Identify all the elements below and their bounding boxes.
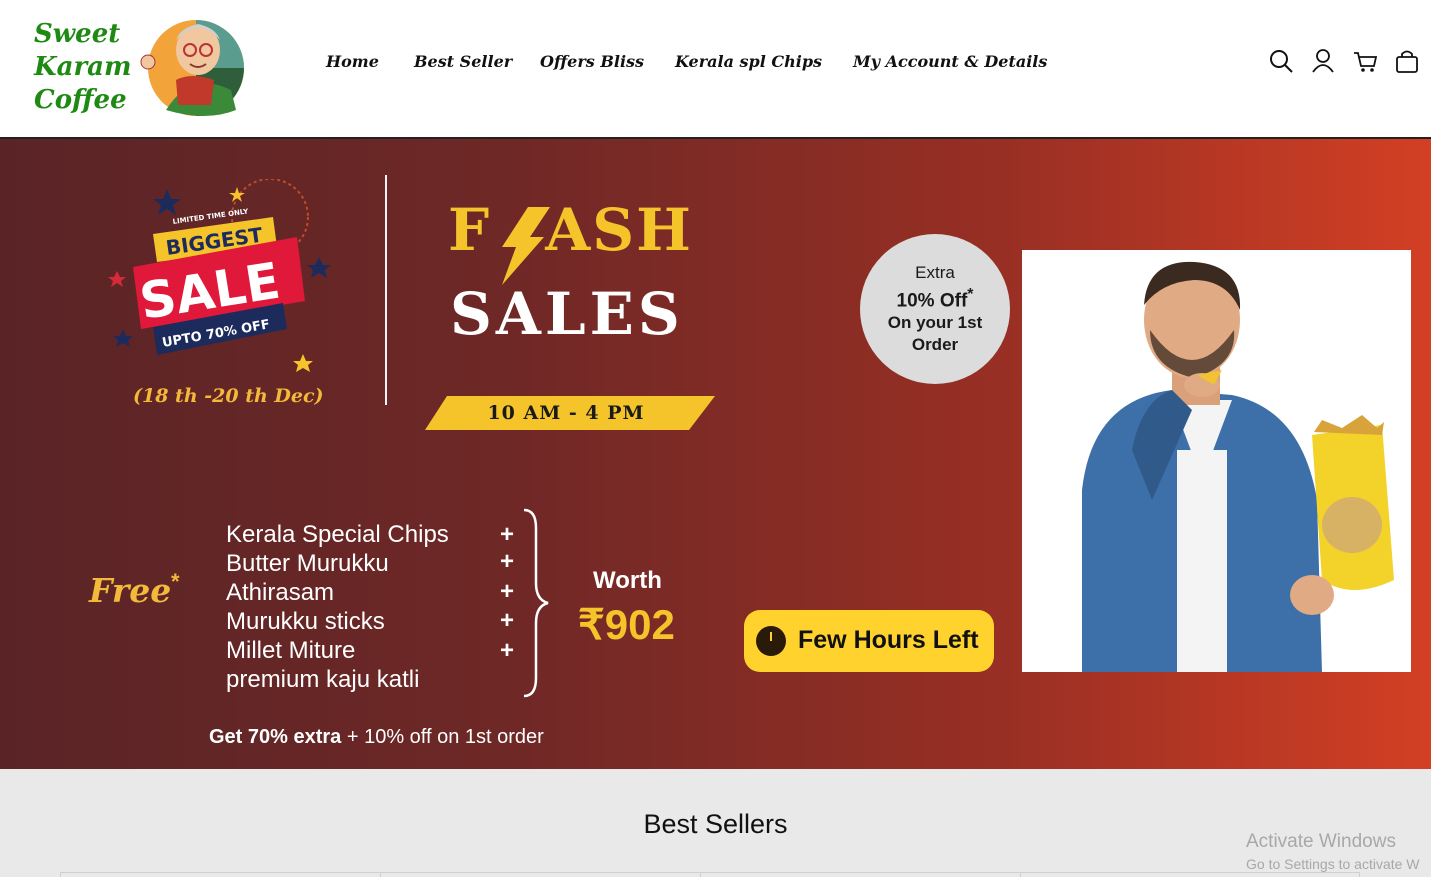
lightning-bolt-icon: [502, 207, 550, 285]
brand-line-1: Sweet: [34, 19, 121, 49]
product-card[interactable]: [1020, 872, 1360, 877]
sale-dates: (18 th -20 th Dec): [133, 385, 324, 407]
few-hours-left-button[interactable]: Few Hours Left: [744, 610, 994, 672]
flash-letters-ash: ASH: [545, 196, 693, 264]
activate-windows-hint: Go to Settings to activate W: [1246, 856, 1420, 872]
site-header: Sweet Karam Coffee Home Best Seller Offe…: [0, 0, 1431, 139]
worth-price: ₹902: [578, 601, 675, 648]
flash-heading: F ASH: [448, 201, 693, 259]
worth-label: Worth: [593, 567, 662, 594]
extra-order: Order: [911, 335, 959, 355]
free-label: Free: [89, 571, 172, 610]
flash-letter-f: F: [448, 196, 492, 264]
sale-time-range: 10 AM - 4 PM: [487, 402, 645, 424]
nav-my-account[interactable]: My Account & Details: [853, 52, 1047, 71]
free-item: Athirasam: [226, 579, 335, 606]
brand-line-3: Coffee: [34, 85, 127, 115]
search-icon[interactable]: [1268, 48, 1294, 74]
plus-icon: +: [500, 521, 515, 548]
bag-icon[interactable]: [1394, 48, 1420, 74]
nav-best-seller[interactable]: Best Seller: [414, 52, 512, 71]
product-card[interactable]: [380, 872, 700, 877]
star-decoration-icon: [153, 189, 181, 215]
vertical-divider: [385, 175, 387, 405]
sales-heading: SALES: [450, 280, 684, 348]
nav-home[interactable]: Home: [326, 52, 379, 71]
offer-line: Get 70% extra + 10% off on 1st order: [209, 726, 544, 749]
free-item: premium kaju katli: [226, 666, 420, 693]
activate-windows-watermark: Activate Windows: [1246, 831, 1396, 852]
free-item: Murukku sticks: [226, 608, 385, 635]
best-sellers-section: Best Sellers Activate Windows Go to Sett…: [0, 769, 1431, 877]
extra-percent: 10% Off*: [896, 286, 974, 312]
extra-asterisk: *: [967, 286, 974, 303]
flash-sale-banner[interactable]: LIMITED TIME ONLY BIGGEST SALE UPTO 70% …: [0, 139, 1431, 769]
offer-rest: + 10% off on 1st order: [341, 726, 544, 748]
plus-icon: +: [500, 578, 515, 605]
product-card[interactable]: [60, 872, 380, 877]
plus-icon: +: [500, 548, 515, 575]
free-asterisk: *: [171, 569, 180, 594]
user-icon[interactable]: [1310, 48, 1336, 74]
extra-label: Extra: [915, 263, 955, 282]
brand-line-2: Karam: [34, 52, 132, 82]
man-eating-chips-photo: [1022, 250, 1411, 672]
grandma-mascot-logo[interactable]: [136, 10, 246, 122]
biggest-sale-badge: LIMITED TIME ONLY BIGGEST SALE UPTO 70% …: [108, 179, 331, 372]
brand-logo-text[interactable]: Sweet Karam Coffee: [34, 18, 132, 117]
nav-offers-bliss[interactable]: Offers Bliss: [540, 52, 644, 71]
free-item: Butter Murukku: [226, 550, 389, 577]
plus-icon: +: [500, 637, 515, 664]
clock-icon: [756, 626, 786, 656]
extra-off-circle: Extra 10% Off* On your 1st Order: [860, 234, 1010, 384]
extra-first-order: On your 1st: [887, 313, 983, 333]
product-card[interactable]: [700, 872, 1020, 877]
few-hours-left-label: Few Hours Left: [798, 626, 979, 654]
free-item: Kerala Special Chips: [226, 521, 449, 548]
plus-icon: +: [500, 607, 515, 634]
offer-bold: Get 70% extra: [209, 726, 342, 748]
nav-kerala-spl-chips[interactable]: Kerala spl Chips: [675, 52, 822, 71]
free-item: Millet Miture: [226, 637, 356, 664]
free-items-list: Kerala Special Chips Butter Murukku Athi…: [226, 520, 449, 694]
best-sellers-title: Best Sellers: [643, 809, 788, 839]
cart-icon[interactable]: [1352, 48, 1378, 74]
curly-brace-icon: [523, 508, 549, 698]
